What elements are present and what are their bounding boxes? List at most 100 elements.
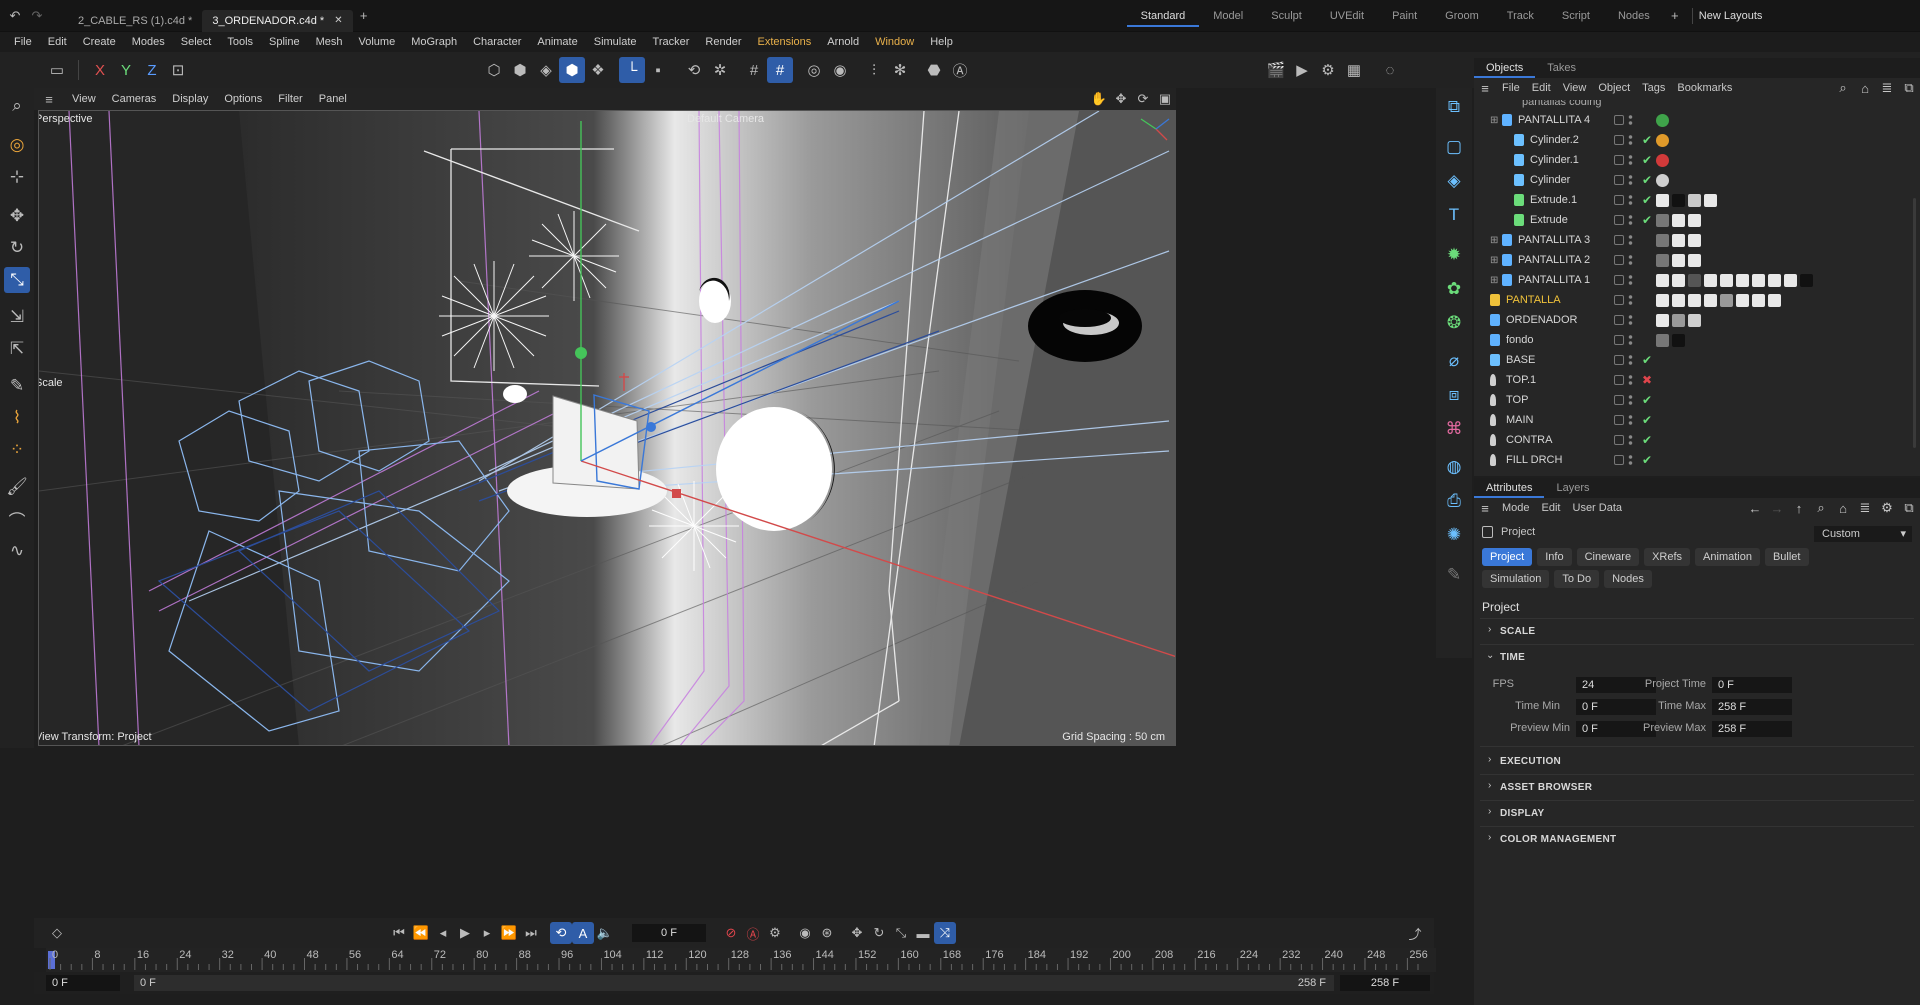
position-key-icon[interactable]: ✥: [846, 922, 868, 944]
axis-mode-icon[interactable]: └: [619, 57, 645, 83]
file-tab-2[interactable]: 3_ORDENADOR.c4d * ✕: [202, 9, 353, 32]
render-region-icon[interactable]: 🎬: [1263, 57, 1289, 83]
viewport-menu-cameras[interactable]: Cameras: [104, 93, 165, 105]
objects-scrollbar[interactable]: [1913, 198, 1916, 448]
sculpt-tool-icon[interactable]: ⌒: [4, 506, 30, 532]
color-management-group[interactable]: › COLOR MANAGEMENT: [1474, 832, 1920, 848]
hamburger-menu-icon[interactable]: ≡: [1474, 77, 1496, 99]
menu-edit[interactable]: Edit: [40, 36, 75, 48]
tab-objects[interactable]: Objects: [1474, 58, 1536, 78]
move-tool-icon[interactable]: ✥: [4, 203, 30, 229]
pla-key-icon[interactable]: ⤨: [934, 922, 956, 944]
objects-menu-tags[interactable]: Tags: [1636, 82, 1671, 94]
layer-flag[interactable]: [1614, 215, 1624, 225]
layout-tab-standard[interactable]: Standard: [1126, 5, 1200, 27]
enabled-check-icon[interactable]: ✔: [1642, 173, 1652, 187]
material-tag-icon[interactable]: [1768, 273, 1781, 287]
previous-key-icon[interactable]: ⏪: [410, 922, 432, 944]
dolly-icon[interactable]: ✥: [1110, 88, 1132, 110]
material-tag-icon[interactable]: [1672, 213, 1685, 227]
render-view-icon[interactable]: ▶: [1289, 57, 1315, 83]
viewport-menu-filter[interactable]: Filter: [270, 93, 310, 105]
layout-tab-script[interactable]: Script: [1548, 5, 1604, 27]
layout-tab-track[interactable]: Track: [1493, 5, 1548, 27]
visibility-dots[interactable]: [1628, 394, 1633, 406]
objects-menu-object[interactable]: Object: [1592, 82, 1636, 94]
visibility-dots[interactable]: [1628, 134, 1633, 146]
material-tag-icon[interactable]: [1656, 293, 1669, 307]
next-key-icon[interactable]: ⏩: [498, 922, 520, 944]
orbit-icon[interactable]: ⟳: [1132, 88, 1154, 110]
layout-tab-nodes[interactable]: Nodes: [1604, 5, 1664, 27]
menu-mograph[interactable]: MoGraph: [403, 36, 465, 48]
layout-tab-paint[interactable]: Paint: [1378, 5, 1431, 27]
close-icon[interactable]: ✕: [334, 15, 342, 26]
maximize-view-icon[interactable]: ▣: [1154, 88, 1176, 110]
menu-render[interactable]: Render: [697, 36, 749, 48]
layer-flag[interactable]: [1614, 135, 1624, 145]
material-tag-icon[interactable]: [1800, 273, 1813, 287]
layout-tab-model[interactable]: Model: [1199, 5, 1257, 27]
attribute-tab-simulation[interactable]: Simulation: [1482, 570, 1550, 588]
material-tag-icon[interactable]: [1688, 293, 1701, 307]
layer-flag[interactable]: [1614, 335, 1624, 345]
material-tag-icon[interactable]: [1688, 273, 1701, 287]
asset-browser-group[interactable]: › ASSET BROWSER: [1474, 780, 1920, 796]
model-mode-icon[interactable]: ⬢: [559, 57, 585, 83]
time-group[interactable]: ⌄ TIME: [1474, 650, 1920, 666]
attribute-tab-project[interactable]: Project: [1482, 548, 1533, 566]
enabled-check-icon[interactable]: ✔: [1642, 153, 1652, 167]
visibility-dots[interactable]: [1628, 234, 1633, 246]
sound-icon[interactable]: 🔈: [594, 922, 616, 944]
lock-icon[interactable]: ⌂: [1832, 497, 1854, 519]
y-axis-lock-icon[interactable]: Y: [113, 57, 139, 83]
layer-flag[interactable]: [1614, 375, 1624, 385]
key-settings-icon[interactable]: ⚙: [764, 922, 786, 944]
object-row-pantallita-4[interactable]: ⊞ PANTALLITA 4: [1474, 110, 1920, 130]
play-icon[interactable]: ▶: [454, 922, 476, 944]
snap-icon[interactable]: #: [741, 57, 767, 83]
material-tag-icon[interactable]: [1704, 193, 1717, 207]
object-row-top[interactable]: TOP ✔: [1474, 390, 1920, 410]
workplane-icon[interactable]: ◎: [801, 57, 827, 83]
attributes-menu-user-data[interactable]: User Data: [1567, 502, 1629, 514]
material-tag-icon[interactable]: [1672, 253, 1685, 267]
new-layouts-menu[interactable]: New Layouts: [1699, 10, 1763, 22]
visibility-dots[interactable]: [1628, 154, 1633, 166]
z-axis-lock-icon[interactable]: Z: [139, 57, 165, 83]
rotation-key-icon[interactable]: ↻: [868, 922, 890, 944]
enabled-check-icon[interactable]: ✔: [1642, 433, 1652, 447]
menu-mesh[interactable]: Mesh: [308, 36, 351, 48]
objects-menu-bookmarks[interactable]: Bookmarks: [1671, 82, 1738, 94]
preview-max-field[interactable]: 258 F: [1712, 721, 1792, 737]
x-axis-lock-icon[interactable]: X: [87, 57, 113, 83]
placement-tool-icon[interactable]: ⇱: [4, 336, 30, 362]
material-tag-icon[interactable]: [1656, 253, 1669, 267]
symmetry-settings-icon[interactable]: ✻: [887, 57, 913, 83]
material-tag-icon[interactable]: [1672, 273, 1685, 287]
material-tag-icon[interactable]: [1688, 213, 1701, 227]
menu-animate[interactable]: Animate: [529, 36, 585, 48]
layer-flag[interactable]: [1614, 315, 1624, 325]
enabled-check-icon[interactable]: ✔: [1642, 393, 1652, 407]
object-row-pantalla[interactable]: PANTALLA: [1474, 290, 1920, 310]
expand-icon[interactable]: ⊞: [1490, 255, 1498, 266]
scale-tool-icon[interactable]: ⤡: [4, 267, 30, 293]
up-arrow-icon[interactable]: ↑: [1788, 497, 1810, 519]
material-tag-icon[interactable]: [1704, 293, 1717, 307]
scale-group[interactable]: › SCALE: [1474, 624, 1920, 640]
new-window-icon[interactable]: ⧉: [1898, 77, 1920, 99]
object-row-contra[interactable]: CONTRA ✔: [1474, 430, 1920, 450]
material-tag-icon[interactable]: [1656, 113, 1669, 127]
cube-object-icon[interactable]: ⧉: [1441, 94, 1467, 120]
layer-flag[interactable]: [1614, 255, 1624, 265]
text-object-icon[interactable]: T: [1441, 202, 1467, 228]
keyframe-icon[interactable]: ◇: [46, 922, 68, 944]
enabled-check-icon[interactable]: ✔: [1642, 193, 1652, 207]
viewport-menu-view[interactable]: View: [64, 93, 104, 105]
object-row-base[interactable]: BASE ✔: [1474, 350, 1920, 370]
range-start-field[interactable]: 0 F: [46, 975, 120, 991]
visibility-dots[interactable]: [1628, 174, 1633, 186]
visibility-dots[interactable]: [1628, 414, 1633, 426]
objects-menu-edit[interactable]: Edit: [1526, 82, 1557, 94]
